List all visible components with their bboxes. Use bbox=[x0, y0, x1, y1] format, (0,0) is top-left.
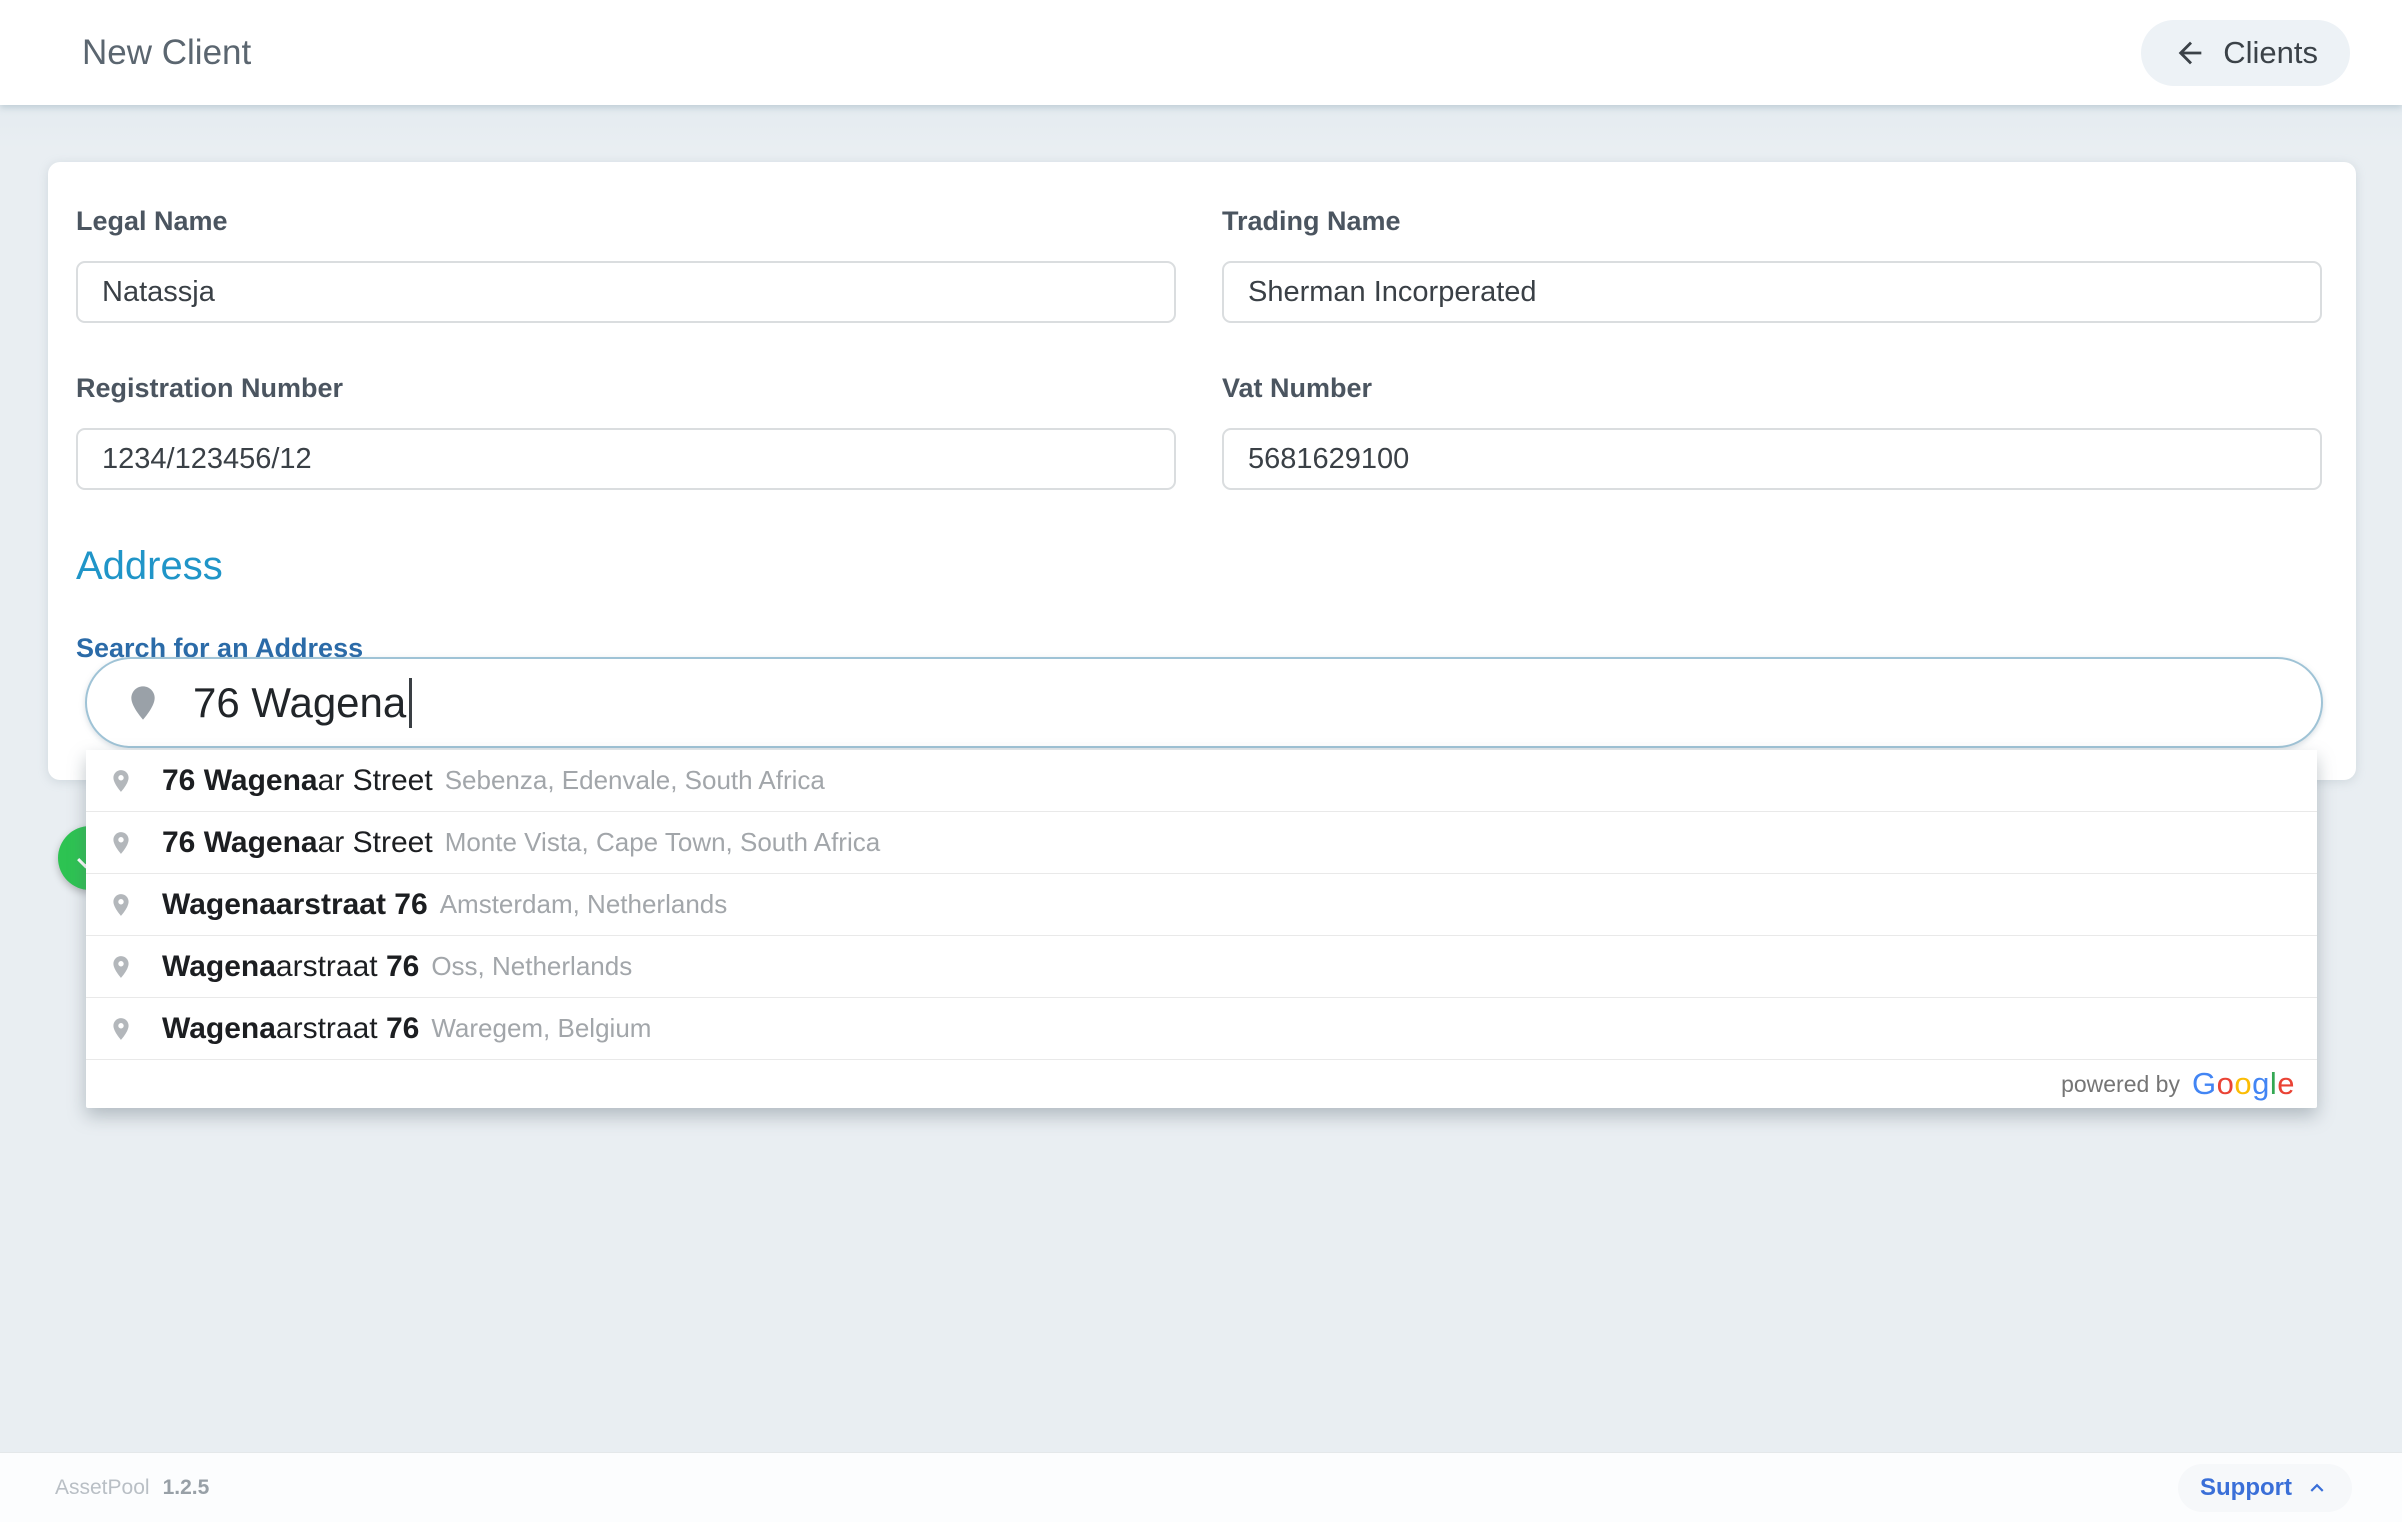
suggestion-secondary-text: Amsterdam, Netherlands bbox=[440, 889, 728, 920]
address-suggestions-dropdown: 76 Wagenaar Street Sebenza, Edenvale, So… bbox=[86, 750, 2317, 1108]
suggestions-list: 76 Wagenaar Street Sebenza, Edenvale, So… bbox=[86, 750, 2317, 1060]
trading-name-input[interactable] bbox=[1222, 261, 2322, 323]
suggestion-secondary-text: Sebenza, Edenvale, South Africa bbox=[445, 765, 825, 796]
vat-number-input[interactable] bbox=[1222, 428, 2322, 490]
support-label: Support bbox=[2200, 1474, 2292, 1502]
map-pin-icon bbox=[108, 889, 134, 921]
app-name-label: AssetPool bbox=[55, 1476, 150, 1500]
map-pin-icon bbox=[123, 683, 163, 723]
suggestion-main-text: 76 Wagenaar Street bbox=[162, 826, 433, 860]
map-pin-icon bbox=[108, 765, 134, 797]
address-section-heading: Address bbox=[76, 544, 2322, 589]
map-pin-icon bbox=[108, 951, 134, 983]
google-logo: Google bbox=[2192, 1066, 2295, 1102]
page-title: New Client bbox=[82, 33, 251, 73]
back-to-clients-button[interactable]: Clients bbox=[2141, 20, 2350, 86]
form-grid: Legal Name Trading Name Registration Num… bbox=[76, 206, 2322, 540]
form-field: Trading Name bbox=[1222, 206, 2322, 323]
address-suggestion[interactable]: Wagenaarstraat 76 Oss, Netherlands bbox=[86, 936, 2317, 998]
form-field: Registration Number bbox=[76, 373, 1176, 490]
suggestion-secondary-text: Oss, Netherlands bbox=[431, 951, 632, 982]
suggestion-secondary-text: Monte Vista, Cape Town, South Africa bbox=[445, 827, 881, 858]
field-label: Registration Number bbox=[76, 373, 1176, 404]
form-field: Legal Name bbox=[76, 206, 1176, 323]
footer-bar: AssetPool 1.2.5 Support bbox=[0, 1452, 2402, 1522]
top-bar: New Client Clients bbox=[0, 0, 2402, 105]
new-client-page: New Client Clients Legal Name Trading Na… bbox=[0, 0, 2402, 1522]
legal-name-input[interactable] bbox=[76, 261, 1176, 323]
support-button[interactable]: Support bbox=[2178, 1464, 2352, 1512]
powered-by-label: powered by bbox=[2061, 1071, 2180, 1098]
registration-number-input[interactable] bbox=[76, 428, 1176, 490]
form-field: Vat Number bbox=[1222, 373, 2322, 490]
field-label: Trading Name bbox=[1222, 206, 2322, 237]
field-label: Legal Name bbox=[76, 206, 1176, 237]
map-pin-icon bbox=[108, 1013, 134, 1045]
map-pin-icon bbox=[108, 827, 134, 859]
chevron-up-icon bbox=[2304, 1475, 2330, 1501]
address-search-input[interactable]: 76 Wagena bbox=[85, 657, 2323, 748]
google-attribution: powered by Google bbox=[86, 1060, 2317, 1108]
suggestion-secondary-text: Waregem, Belgium bbox=[431, 1013, 651, 1044]
address-suggestion[interactable]: 76 Wagenaar Street Monte Vista, Cape Tow… bbox=[86, 812, 2317, 874]
field-label: Vat Number bbox=[1222, 373, 2322, 404]
suggestion-main-text: Wagenaarstraat 76 bbox=[162, 888, 428, 922]
address-suggestion[interactable]: Wagenaarstraat 76 Waregem, Belgium bbox=[86, 998, 2317, 1060]
arrow-left-icon bbox=[2173, 36, 2207, 70]
address-search-query: 76 Wagena bbox=[193, 679, 406, 727]
text-caret bbox=[409, 678, 412, 728]
app-version: AssetPool 1.2.5 bbox=[55, 1476, 209, 1500]
back-button-label: Clients bbox=[2223, 35, 2318, 71]
app-version-number: 1.2.5 bbox=[163, 1476, 210, 1500]
address-suggestion[interactable]: 76 Wagenaar Street Sebenza, Edenvale, So… bbox=[86, 750, 2317, 812]
suggestion-main-text: 76 Wagenaar Street bbox=[162, 764, 433, 798]
address-suggestion[interactable]: Wagenaarstraat 76 Amsterdam, Netherlands bbox=[86, 874, 2317, 936]
suggestion-main-text: Wagenaarstraat 76 bbox=[162, 1012, 419, 1046]
suggestion-main-text: Wagenaarstraat 76 bbox=[162, 950, 419, 984]
